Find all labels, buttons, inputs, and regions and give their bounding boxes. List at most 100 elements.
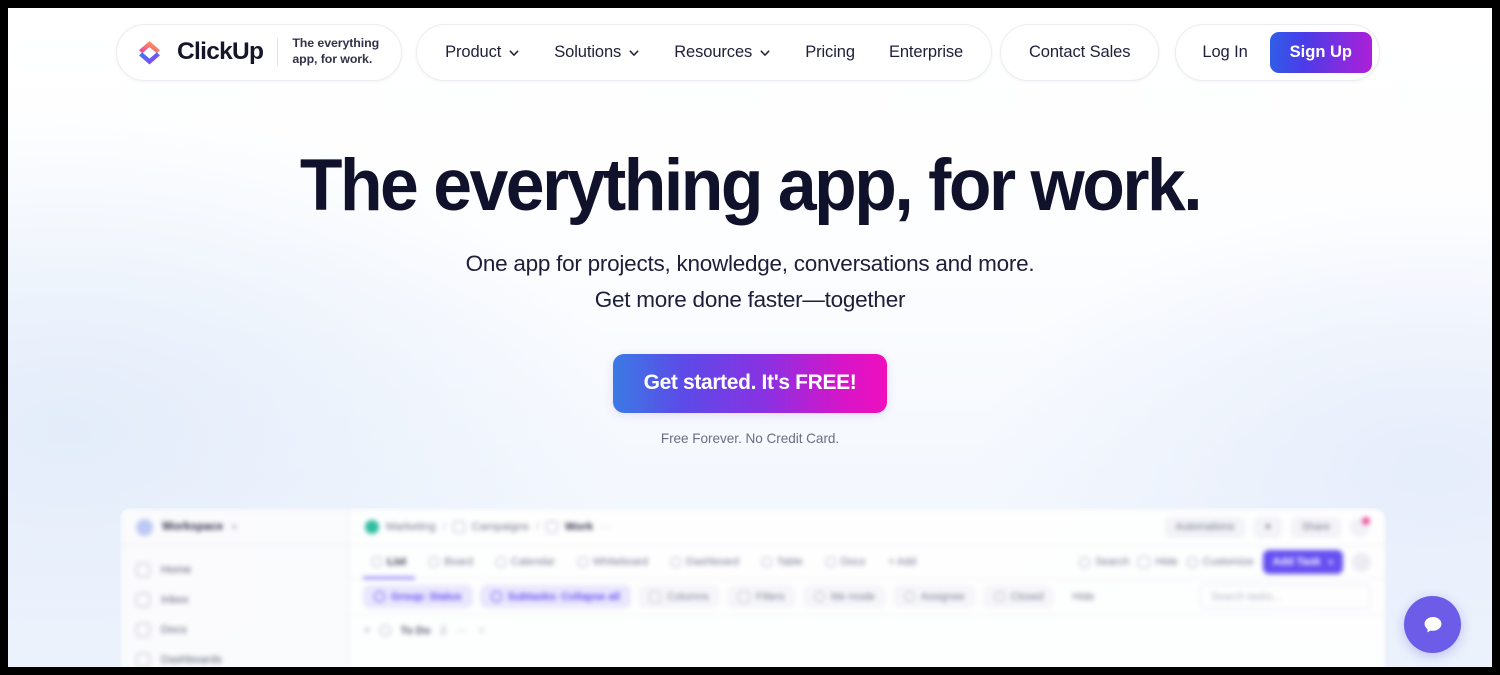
brand-logo-link[interactable]: ClickUp The everything app, for work.	[116, 23, 403, 81]
contact-sales-label: Contact Sales	[1028, 42, 1131, 61]
chip-label: Columns	[667, 590, 709, 603]
status-icon	[379, 625, 391, 636]
workspace-avatar	[136, 518, 153, 536]
preview-main: Marketing / Campaigns / Work ⋯ Automatio…	[349, 509, 1385, 667]
tab-whiteboard[interactable]: Whiteboard	[569, 550, 657, 574]
clickup-chevron-logo-icon	[139, 40, 160, 64]
breadcrumb-folder[interactable]: Campaigns	[472, 521, 529, 533]
sidebar-item-label: Docs	[161, 624, 187, 636]
task-group-count: 2	[440, 624, 447, 637]
contact-sales-button[interactable]: Contact Sales	[999, 23, 1160, 81]
tab-list[interactable]: List	[363, 550, 415, 574]
page-frame: ClickUp The everything app, for work. Pr…	[8, 8, 1492, 667]
tab-board[interactable]: Board	[420, 550, 482, 574]
customize-button[interactable]: Customize	[1186, 556, 1254, 568]
chevron-down-icon	[629, 50, 639, 56]
chevron-down-icon: ▾	[365, 625, 370, 635]
add-view-button[interactable]: + Add	[879, 550, 925, 574]
chip-subtasks[interactable]: Subtasks: Collapse all	[479, 585, 632, 608]
share-button[interactable]: Share	[1290, 516, 1341, 538]
cta-disclaimer: Free Forever. No Credit Card.	[660, 430, 840, 446]
brand-tagline-line2: app, for work.	[292, 52, 373, 66]
tab-label: Whiteboard	[592, 556, 649, 568]
search-button[interactable]: Search	[1079, 556, 1129, 568]
notification-bell-icon[interactable]	[1350, 516, 1370, 537]
chip-closed[interactable]: Closed	[982, 585, 1055, 608]
filter-bar: Group: Status Subtasks: Collapse all Col…	[349, 579, 1385, 615]
breadcrumb: Marketing / Campaigns / Work ⋯ Automatio…	[349, 509, 1385, 546]
chip-label: Group: Status	[391, 590, 462, 603]
chevron-down-icon	[509, 50, 519, 56]
nav-item-label: Enterprise	[888, 42, 964, 61]
automations-button[interactable]: Automations	[1164, 516, 1246, 538]
chip-filters[interactable]: Filters	[726, 585, 796, 608]
tab-docs[interactable]: Docs	[817, 550, 875, 574]
nav-item-solutions[interactable]: Solutions	[554, 43, 640, 62]
add-task-button[interactable]: Add Task ▾	[1262, 550, 1343, 574]
chip-me-mode[interactable]: Me mode	[802, 585, 886, 608]
nav-menu: Product Solutions Resources Pricing Ente…	[416, 23, 993, 81]
sign-up-button[interactable]: Sign Up	[1269, 31, 1372, 73]
chevron-down-icon	[760, 50, 770, 56]
sidebar-item-inbox[interactable]: Inbox	[121, 585, 348, 615]
view-toolbar-actions: Search Hide Customize Add Task ▾	[1079, 550, 1371, 574]
nav-item-label: Resources	[674, 42, 753, 61]
workspace-switcher[interactable]: Workspace ▾	[121, 509, 348, 546]
whiteboard-view-icon	[577, 557, 588, 567]
tab-table[interactable]: Table	[753, 550, 812, 574]
hide-icon	[1138, 556, 1151, 568]
list-icon	[546, 521, 559, 533]
person-icon	[813, 591, 825, 602]
nav-item-product[interactable]: Product	[445, 43, 520, 62]
task-group-header[interactable]: ▾ To Do 2 ⋯ +	[349, 615, 1385, 646]
chip-group-status[interactable]: Group: Status	[363, 585, 473, 608]
breadcrumb-space[interactable]: Marketing	[386, 521, 436, 533]
user-avatar[interactable]	[1352, 552, 1371, 572]
search-tasks-placeholder: Search tasks...	[1211, 590, 1282, 603]
chat-widget-button[interactable]	[1404, 596, 1461, 653]
add-task-label: Add Task	[1272, 556, 1321, 568]
brand-wordmark: ClickUp	[177, 38, 264, 65]
dashboard-view-icon	[671, 557, 682, 567]
chip-label: Me mode	[830, 590, 875, 603]
nav-item-resources[interactable]: Resources	[674, 43, 771, 62]
preview-sidebar: Workspace ▾ Home Inbox Docs Dashboards	[121, 509, 349, 667]
automations-caret-button[interactable]: ▾	[1254, 516, 1282, 538]
sidebar-item-dashboards[interactable]: Dashboards	[121, 645, 348, 667]
tab-dashboard[interactable]: Dashboard	[662, 550, 748, 574]
task-group-add-icon[interactable]: +	[478, 625, 484, 637]
brand-tagline: The everything app, for work.	[292, 36, 379, 67]
search-tasks-input[interactable]: Search tasks...	[1199, 584, 1371, 609]
nav-item-pricing[interactable]: Pricing	[805, 43, 855, 62]
nav-item-enterprise[interactable]: Enterprise	[889, 43, 963, 62]
breadcrumb-separator: /	[442, 521, 446, 533]
tab-label: Calendar	[511, 556, 555, 568]
hide-label: Hide	[1155, 556, 1178, 568]
sidebar-item-docs[interactable]: Docs	[121, 615, 348, 645]
breadcrumb-list[interactable]: Work	[565, 521, 593, 533]
chip-columns[interactable]: Columns	[638, 585, 720, 608]
cta-container: Get started. It's FREE! Free Forever. No…	[8, 353, 1492, 446]
sidebar-item-home[interactable]: Home	[121, 555, 348, 585]
header-actions: Automations ▾ Share	[1164, 516, 1370, 538]
inbox-icon	[136, 593, 150, 607]
breadcrumb-overflow[interactable]: ⋯	[600, 521, 611, 534]
hide-button[interactable]: Hide	[1138, 556, 1178, 568]
main-navigation: ClickUp The everything app, for work. Pr…	[8, 20, 1492, 84]
log-in-link[interactable]: Log In	[1202, 43, 1247, 62]
chip-assignee[interactable]: Assignee	[892, 585, 976, 608]
app-preview: Workspace ▾ Home Inbox Docs Dashboards M…	[120, 508, 1386, 667]
tab-calendar[interactable]: Calendar	[487, 550, 564, 574]
hero-subtitle-line1: One app for projects, knowledge, convers…	[465, 250, 1035, 276]
space-color-dot	[365, 520, 379, 534]
get-started-button[interactable]: Get started. It's FREE!	[612, 353, 888, 413]
closed-icon	[993, 591, 1005, 602]
view-tabs: List Board Calendar Whiteboard Dashboard…	[349, 546, 1385, 579]
task-group-label: To Do	[400, 624, 431, 637]
task-group-more-icon[interactable]: ⋯	[456, 624, 468, 637]
table-view-icon	[761, 557, 772, 567]
dashboards-icon	[136, 653, 150, 667]
preview-sidebar-nav: Home Inbox Docs Dashboards	[121, 546, 348, 667]
chip-hide[interactable]: Hide	[1061, 585, 1105, 608]
subtasks-icon	[490, 591, 502, 602]
